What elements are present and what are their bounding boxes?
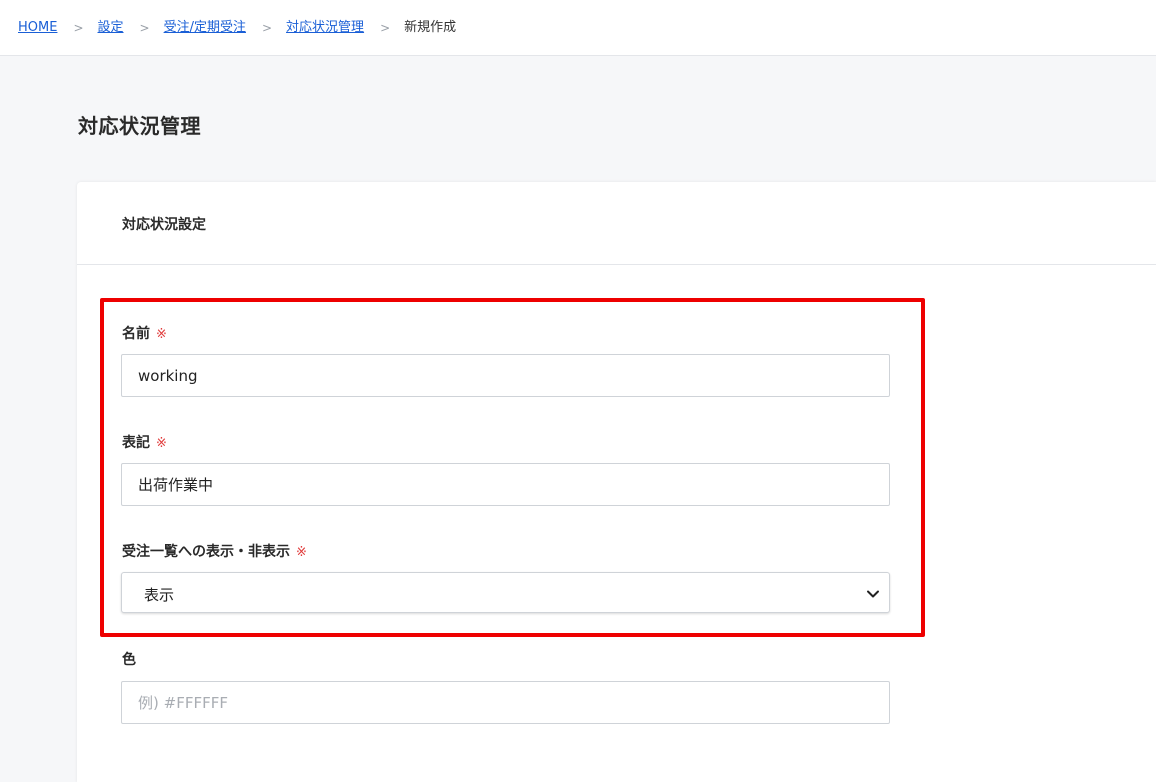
display-label-text: 受注一覧への表示・非表示 <box>122 544 290 560</box>
name-label: 名前 ※ <box>122 325 167 344</box>
card-header: 対応状況設定 <box>77 182 1156 265</box>
color-label-text: 色 <box>122 652 136 668</box>
breadcrumb-separator: > <box>380 21 391 35</box>
breadcrumb-separator: > <box>261 21 273 35</box>
required-mark: ※ <box>156 436 167 451</box>
breadcrumb-separator: > <box>139 21 150 35</box>
breadcrumb-separator: > <box>73 21 84 35</box>
card-title: 対応状況設定 <box>122 217 206 233</box>
color-label: 色 <box>122 651 136 669</box>
top-bar: HOME > 設定 > 受注/定期受注 > 対応状況管理 > 新規作成 <box>0 0 1156 56</box>
chevron-down-icon <box>867 590 879 598</box>
notation-input[interactable] <box>121 463 890 506</box>
required-mark: ※ <box>296 545 307 560</box>
page-title: 対応状況管理 <box>78 114 201 138</box>
breadcrumb-orders-link[interactable]: 受注/定期受注 <box>164 19 246 37</box>
name-input[interactable] <box>121 354 890 397</box>
name-label-text: 名前 <box>122 326 150 342</box>
display-select-value: 表示 <box>144 586 175 604</box>
notation-label-text: 表記 <box>122 435 150 451</box>
breadcrumb-settings-link[interactable]: 設定 <box>98 19 124 37</box>
breadcrumb-status-management-link[interactable]: 対応状況管理 <box>286 19 364 37</box>
breadcrumb-current: 新規作成 <box>404 20 457 35</box>
breadcrumb-home-link[interactable]: HOME <box>18 19 57 37</box>
display-select[interactable]: 表示 <box>121 572 890 613</box>
breadcrumb: HOME > 設定 > 受注/定期受注 > 対応状況管理 > 新規作成 <box>18 19 456 37</box>
notation-label: 表記 ※ <box>122 434 167 453</box>
display-label: 受注一覧への表示・非表示 ※ <box>122 543 307 562</box>
required-mark: ※ <box>156 327 167 342</box>
color-input[interactable] <box>121 681 890 724</box>
